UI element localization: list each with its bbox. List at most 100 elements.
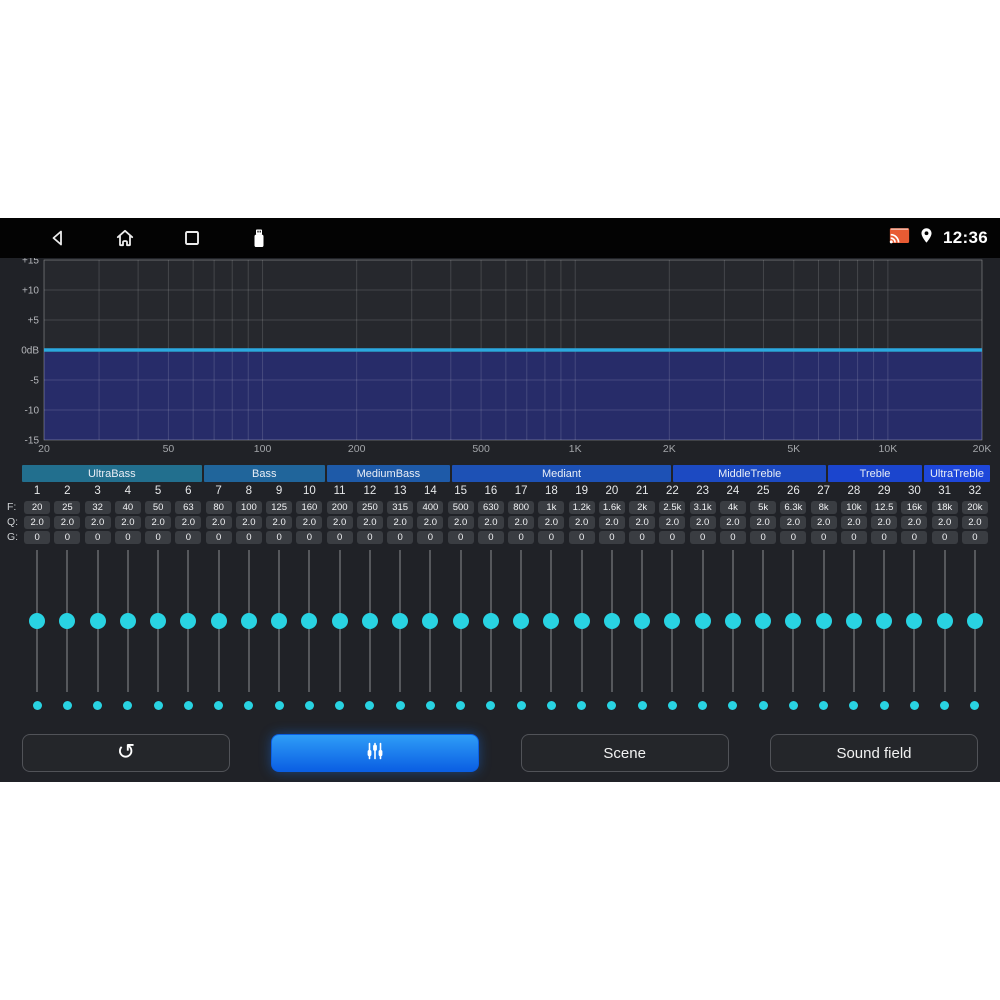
slider-knob[interactable] [603, 613, 620, 629]
q-value[interactable]: 2.0 [568, 516, 595, 529]
gain-slider[interactable] [415, 550, 445, 692]
gain-slider[interactable] [688, 550, 718, 692]
slider-knob[interactable] [89, 613, 106, 629]
q-value[interactable]: 2.0 [750, 516, 777, 529]
band-group-ultratreble[interactable]: UltraTreble [923, 465, 991, 482]
gain-value[interactable]: 0 [356, 531, 383, 544]
gain-slider[interactable] [627, 550, 657, 692]
slider-knob[interactable] [422, 613, 439, 629]
gain-value[interactable]: 0 [568, 531, 595, 544]
gain-slider[interactable] [385, 550, 415, 692]
gain-value[interactable]: 0 [477, 531, 504, 544]
frequency-value[interactable]: 400 [417, 501, 444, 514]
q-value[interactable]: 2.0 [961, 516, 988, 529]
gain-value[interactable]: 0 [114, 531, 141, 544]
frequency-value[interactable]: 20k [961, 501, 988, 514]
frequency-value[interactable]: 4k [719, 501, 746, 514]
slider-knob[interactable] [240, 613, 257, 629]
reset-button[interactable]: ↺ [22, 734, 230, 772]
frequency-value[interactable]: 63 [175, 501, 202, 514]
slider-knob[interactable] [513, 613, 530, 629]
frequency-value[interactable]: 6.3k [780, 501, 807, 514]
slider-knob[interactable] [634, 613, 651, 629]
home-icon[interactable] [113, 226, 137, 250]
frequency-value[interactable]: 160 [296, 501, 323, 514]
slider-knob[interactable] [59, 613, 76, 629]
gain-slider[interactable] [718, 550, 748, 692]
gain-value[interactable]: 0 [266, 531, 293, 544]
gain-slider[interactable] [173, 550, 203, 692]
frequency-value[interactable]: 20 [24, 501, 51, 514]
frequency-value[interactable]: 18k [931, 501, 958, 514]
slider-knob[interactable] [210, 613, 227, 629]
q-value[interactable]: 2.0 [175, 516, 202, 529]
q-value[interactable]: 2.0 [235, 516, 262, 529]
back-icon[interactable] [46, 226, 70, 250]
slider-knob[interactable] [573, 613, 590, 629]
gain-value[interactable]: 0 [598, 531, 625, 544]
q-value[interactable]: 2.0 [780, 516, 807, 529]
gain-slider[interactable] [778, 550, 808, 692]
q-value[interactable]: 2.0 [114, 516, 141, 529]
q-value[interactable]: 2.0 [719, 516, 746, 529]
frequency-value[interactable]: 10k [840, 501, 867, 514]
frequency-value[interactable]: 50 [145, 501, 172, 514]
slider-knob[interactable] [755, 613, 772, 629]
gain-value[interactable]: 0 [24, 531, 51, 544]
slider-knob[interactable] [724, 613, 741, 629]
gain-value[interactable]: 0 [235, 531, 262, 544]
q-value[interactable]: 2.0 [931, 516, 958, 529]
gain-value[interactable]: 0 [871, 531, 898, 544]
gain-value[interactable]: 0 [296, 531, 323, 544]
gain-slider[interactable] [506, 550, 536, 692]
slider-knob[interactable] [785, 613, 802, 629]
gain-value[interactable]: 0 [961, 531, 988, 544]
q-value[interactable]: 2.0 [54, 516, 81, 529]
gain-value[interactable]: 0 [54, 531, 81, 544]
gain-slider[interactable] [748, 550, 778, 692]
gain-slider[interactable] [657, 550, 687, 692]
slider-knob[interactable] [845, 613, 862, 629]
slider-knob[interactable] [543, 613, 560, 629]
frequency-value[interactable]: 80 [205, 501, 232, 514]
frequency-value[interactable]: 2k [629, 501, 656, 514]
usb-drive-icon[interactable] [247, 226, 271, 250]
frequency-value[interactable]: 630 [477, 501, 504, 514]
frequency-value[interactable]: 800 [508, 501, 535, 514]
band-group-middletreble[interactable]: MiddleTreble [673, 465, 827, 482]
gain-value[interactable]: 0 [205, 531, 232, 544]
q-value[interactable]: 2.0 [84, 516, 111, 529]
gain-slider[interactable] [113, 550, 143, 692]
gain-value[interactable]: 0 [175, 531, 202, 544]
slider-knob[interactable] [664, 613, 681, 629]
frequency-value[interactable]: 40 [114, 501, 141, 514]
q-value[interactable]: 2.0 [810, 516, 837, 529]
gain-value[interactable]: 0 [840, 531, 867, 544]
slider-knob[interactable] [815, 613, 832, 629]
gain-value[interactable]: 0 [538, 531, 565, 544]
q-value[interactable]: 2.0 [840, 516, 867, 529]
scene-button[interactable]: Scene [520, 734, 729, 772]
slider-knob[interactable] [482, 613, 499, 629]
q-value[interactable]: 2.0 [871, 516, 898, 529]
slider-knob[interactable] [301, 613, 318, 629]
frequency-value[interactable]: 16k [901, 501, 928, 514]
slider-knob[interactable] [331, 613, 348, 629]
q-value[interactable]: 2.0 [356, 516, 383, 529]
q-value[interactable]: 2.0 [387, 516, 414, 529]
q-value[interactable]: 2.0 [477, 516, 504, 529]
gain-slider[interactable] [567, 550, 597, 692]
gain-slider[interactable] [536, 550, 566, 692]
gain-slider[interactable] [899, 550, 929, 692]
q-value[interactable]: 2.0 [689, 516, 716, 529]
gain-value[interactable]: 0 [931, 531, 958, 544]
gain-slider[interactable] [476, 550, 506, 692]
frequency-value[interactable]: 1k [538, 501, 565, 514]
gain-slider[interactable] [234, 550, 264, 692]
gain-slider[interactable] [294, 550, 324, 692]
gain-value[interactable]: 0 [659, 531, 686, 544]
frequency-value[interactable]: 25 [54, 501, 81, 514]
gain-slider[interactable] [446, 550, 476, 692]
recents-icon[interactable] [180, 226, 204, 250]
slider-knob[interactable] [119, 613, 136, 629]
